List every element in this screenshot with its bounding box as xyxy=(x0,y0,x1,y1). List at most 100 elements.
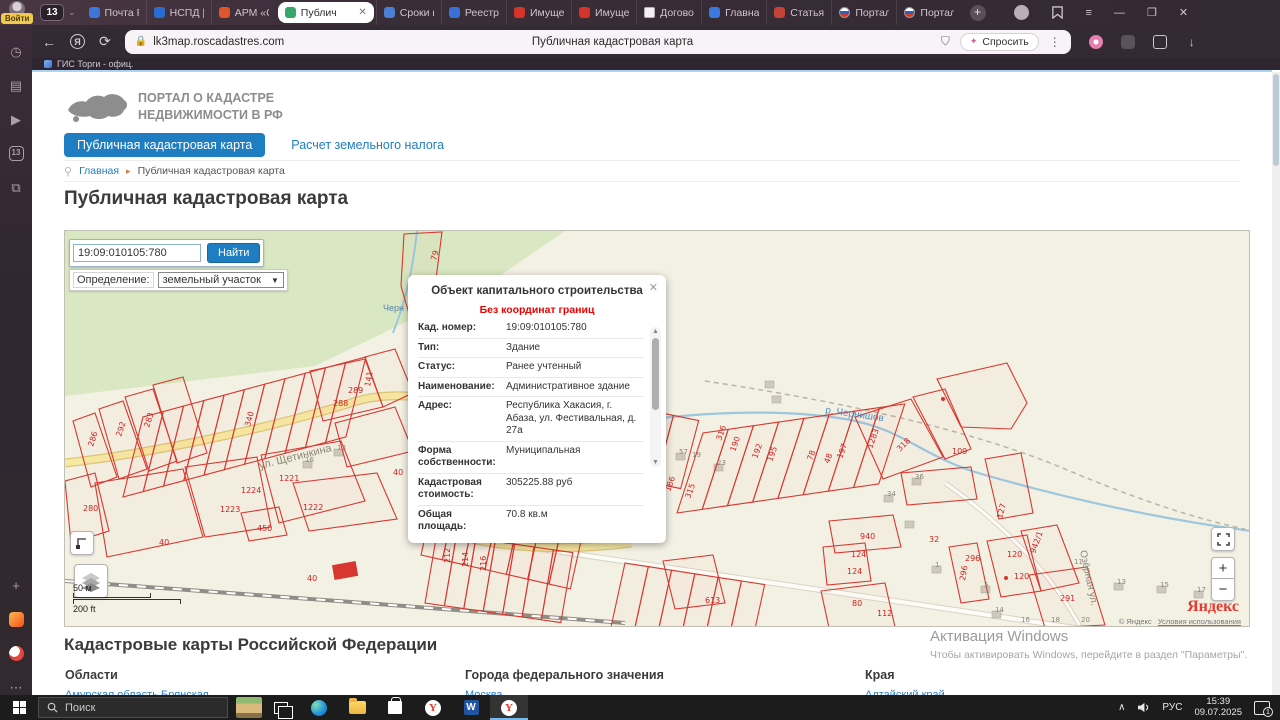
screenshot-icon[interactable]: ⧉ xyxy=(9,180,24,195)
yandex-services-icon[interactable]: Я xyxy=(70,34,85,49)
word-icon[interactable]: W xyxy=(452,695,490,720)
yandex-browser-active-icon[interactable]: Y xyxy=(490,695,528,720)
parcel-number-label: 216 xyxy=(479,556,488,571)
more-icon[interactable]: ⋯ xyxy=(9,680,24,695)
profile-signin[interactable]: Войти xyxy=(0,0,34,25)
browser-tab-2[interactable]: АРМ «Спе xyxy=(211,0,276,25)
bookmark-item[interactable]: ГИС Торги - офиц. xyxy=(57,59,134,69)
page-scroll-thumb[interactable] xyxy=(1273,74,1279,166)
bookmarks-bar: ГИС Торги - офиц. xyxy=(32,58,1280,70)
start-button[interactable] xyxy=(0,695,38,720)
terms-link[interactable]: Условия использования xyxy=(1158,617,1241,626)
footer-col-regions: Области xyxy=(65,668,118,682)
parcel-number-label: 57 xyxy=(679,448,688,456)
browser-tab-3[interactable]: Публич✕ xyxy=(278,2,374,23)
browser-tab-11[interactable]: Портал гос xyxy=(831,0,896,25)
popup-row: Тип:Здание xyxy=(418,338,644,358)
yandex-mail-icon[interactable] xyxy=(9,612,24,627)
parcel-number-label: 124 xyxy=(851,550,866,559)
address-pill[interactable]: 🔒 lk3map.roscadastres.com Публичная када… xyxy=(125,30,1071,54)
tab-strip: Почта РосНСПД | ГеоАРМ «СпеПублич✕Сроки … xyxy=(82,0,962,25)
partial-place-label: Черн xyxy=(383,303,404,313)
search-button[interactable]: Найти xyxy=(207,243,260,263)
parcel-number-label: 15 xyxy=(1160,581,1169,589)
browser-tab-12[interactable]: Портал гос xyxy=(896,0,961,25)
profile-avatar[interactable] xyxy=(1014,5,1029,20)
file-explorer-icon[interactable] xyxy=(338,695,376,720)
popup-scrollbar[interactable]: ▲ ▼ xyxy=(650,327,661,467)
yandex-disk-icon[interactable] xyxy=(9,646,24,661)
yandex-logo[interactable]: Яндекс xyxy=(1187,598,1239,616)
collections-icon[interactable] xyxy=(1051,6,1064,19)
new-tab-button[interactable]: + xyxy=(970,5,986,21)
zoom-in-button[interactable]: + xyxy=(1211,557,1235,579)
browser-tab-0[interactable]: Почта Рос xyxy=(82,0,146,25)
scroll-up-icon[interactable]: ▲ xyxy=(650,328,661,335)
tray-chevron-icon[interactable]: ∧ xyxy=(1118,702,1125,713)
browser-tab-10[interactable]: Статья 5. Н xyxy=(766,0,831,25)
notification-icon[interactable]: 1 xyxy=(1254,701,1270,715)
store-icon[interactable] xyxy=(376,695,414,720)
browser-tab-7[interactable]: Имущест xyxy=(571,0,636,25)
chevron-down-icon[interactable]: ⌄ xyxy=(68,7,76,18)
speaker-icon[interactable] xyxy=(1137,702,1150,713)
parcel-number-label: 120 xyxy=(1007,550,1022,559)
reload-icon[interactable]: ⟳ xyxy=(99,33,111,50)
search-icon xyxy=(47,702,58,713)
task-view-button[interactable] xyxy=(262,695,300,720)
browser-tab-9[interactable]: Главная ст xyxy=(701,0,766,25)
back-icon[interactable]: ← xyxy=(42,34,56,50)
measure-tool-button[interactable] xyxy=(70,531,94,555)
url-text[interactable]: lk3map.roscadastres.com xyxy=(153,36,284,48)
scroll-thumb[interactable] xyxy=(652,338,659,410)
breadcrumb-home[interactable]: Главная xyxy=(79,165,119,177)
footer-col-krais: Края xyxy=(865,668,895,682)
tab-label: Главная ст xyxy=(725,7,759,19)
menu-icon[interactable]: ≡ xyxy=(1086,7,1092,19)
site-logo[interactable]: ПОРТАЛ О КАДАСТРЕ НЕДВИЖИМОСТИ В РФ xyxy=(64,88,283,126)
download-icon[interactable]: ↓ xyxy=(1185,35,1199,49)
scroll-down-icon[interactable]: ▼ xyxy=(650,459,661,466)
restore-button[interactable]: ❐ xyxy=(1147,6,1157,19)
bookmark-icon[interactable]: ⛉ xyxy=(941,34,950,49)
extension-adblock-icon[interactable] xyxy=(1121,35,1135,49)
edge-icon[interactable] xyxy=(300,695,338,720)
browser-tab-4[interactable]: Сроки в з xyxy=(376,0,441,25)
news-widget-icon[interactable] xyxy=(236,697,262,718)
popup-close-icon[interactable]: ✕ xyxy=(649,281,658,294)
more-options-icon[interactable]: ⋮ xyxy=(1049,35,1061,49)
extension-tabs-icon[interactable] xyxy=(1153,35,1167,49)
browser-tab-5[interactable]: Реестр из xyxy=(441,0,506,25)
ask-ai-button[interactable]: ✦ Спросить xyxy=(960,33,1039,51)
nav-tab-cadastral-map[interactable]: Публичная кадастровая карта xyxy=(64,133,265,157)
add-panel-icon[interactable]: + xyxy=(9,578,24,593)
language-indicator[interactable]: РУС xyxy=(1162,702,1182,713)
page-scrollbar[interactable] xyxy=(1272,72,1280,695)
parcel-number-label: 14 xyxy=(995,606,1004,614)
fullscreen-button[interactable] xyxy=(1211,527,1235,551)
browser-tab-8[interactable]: Договор N xyxy=(636,0,701,25)
nav-tab-land-tax[interactable]: Расчет земельного налога xyxy=(291,138,444,152)
close-button[interactable]: ✕ xyxy=(1179,6,1188,19)
tab-count-button[interactable]: 13 xyxy=(40,4,64,21)
yandex-browser-icon[interactable]: Y xyxy=(414,695,452,720)
filter-select[interactable]: земельный участок ▼ xyxy=(158,272,284,288)
history-icon[interactable]: ◷ xyxy=(9,44,24,59)
extension-flower-icon[interactable] xyxy=(1089,35,1103,49)
media-icon[interactable]: ▶ xyxy=(9,112,24,127)
taskbar-search[interactable]: Поиск xyxy=(38,697,228,718)
browser-tab-6[interactable]: Имущест xyxy=(506,0,571,25)
minimize-button[interactable]: — xyxy=(1114,7,1125,19)
parcel-number-label: 1224 xyxy=(241,486,261,495)
search-input[interactable] xyxy=(73,244,201,262)
clock[interactable]: 15:39 09.07.2025 xyxy=(1194,697,1242,719)
browser-tab-1[interactable]: НСПД | Гео xyxy=(146,0,211,25)
tab-close-icon[interactable]: ✕ xyxy=(358,7,366,18)
notes-icon[interactable]: ▤ xyxy=(9,78,24,93)
cadastral-parcel[interactable] xyxy=(901,467,977,505)
tab-favicon xyxy=(384,7,395,18)
popup-row: Форма собственности:Муниципальная xyxy=(418,441,644,473)
cadastral-map[interactable]: 7928629228328028928814134012211222122312… xyxy=(64,230,1250,627)
logo-line2: НЕДВИЖИМОСТИ В РФ xyxy=(138,107,283,124)
calendar-icon[interactable]: 13 xyxy=(9,146,24,161)
